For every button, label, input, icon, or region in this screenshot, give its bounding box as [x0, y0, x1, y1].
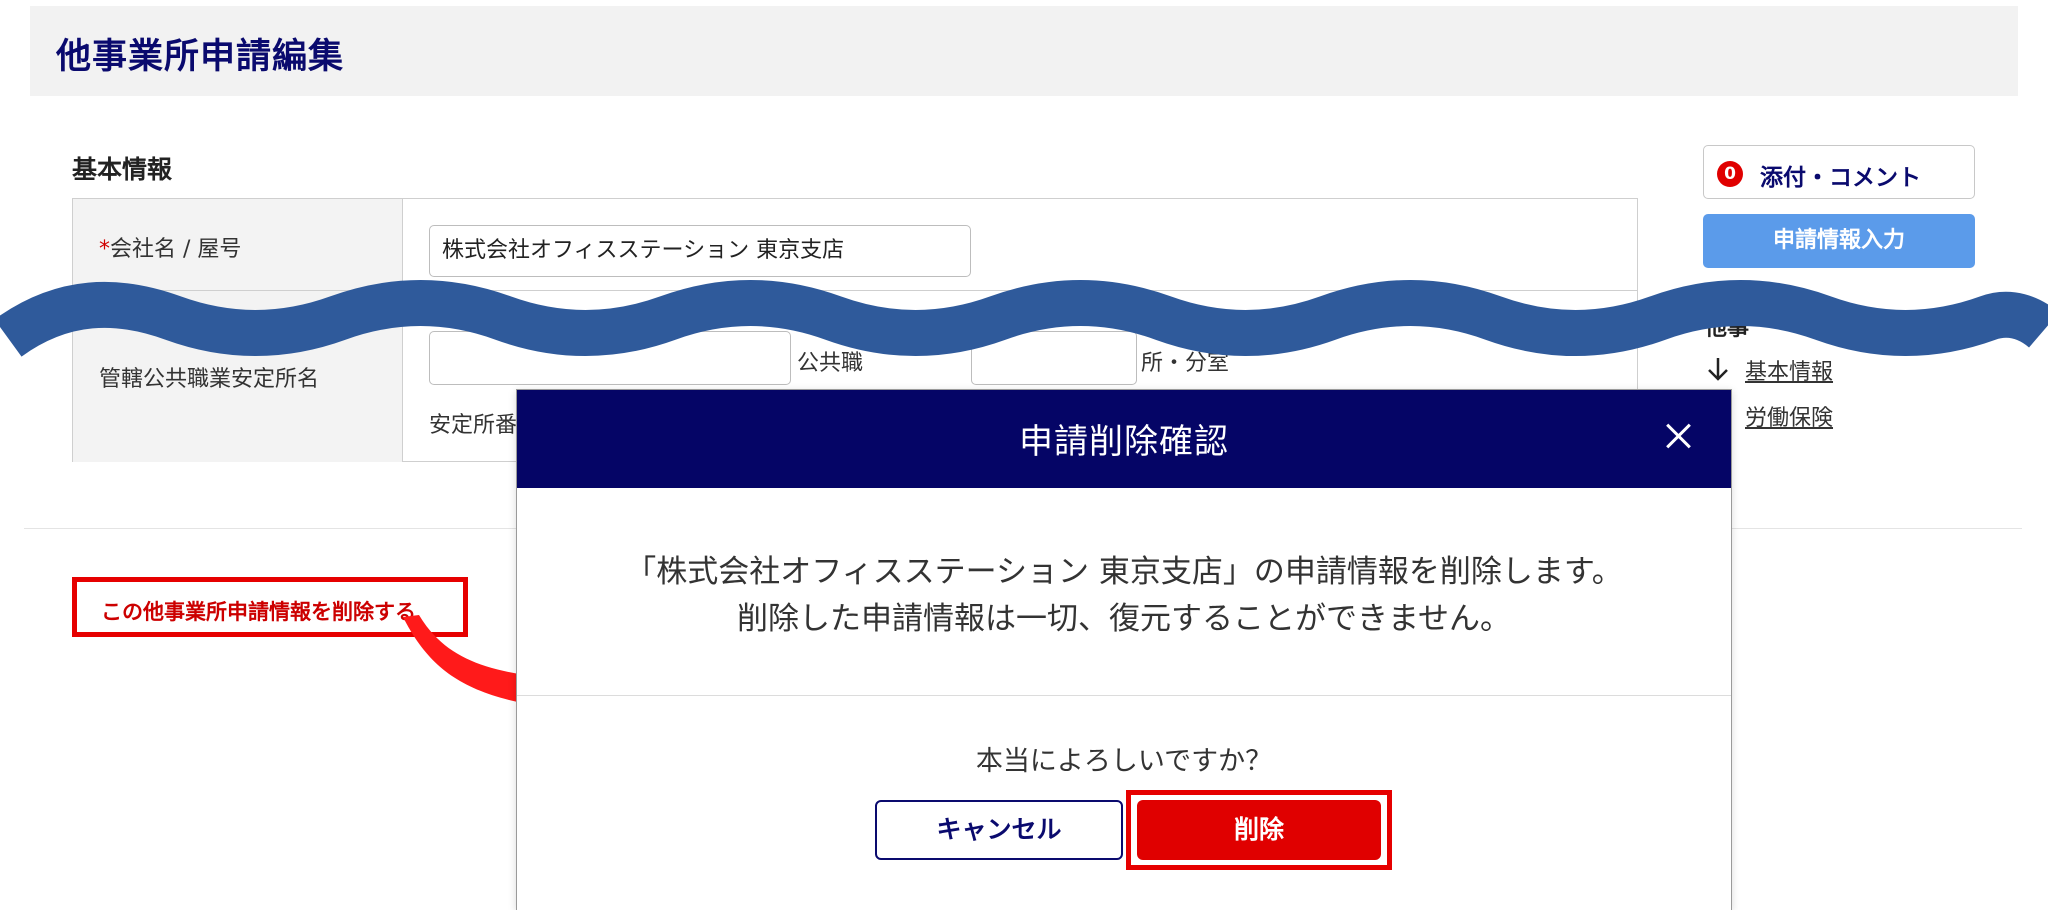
wave-separator — [0, 280, 2048, 357]
modal-message-line-1: 「株式会社オフィスステーション 東京支店」の申請情報を削除します。 — [625, 554, 1623, 590]
application-input-button[interactable]: 申請情報入力 — [1703, 214, 1975, 268]
company-label-text: 会社名 / 屋号 — [110, 237, 242, 262]
attachment-comment-button[interactable]: 0 添付・コメント — [1703, 145, 1975, 199]
attachment-comment-label: 添付・コメント — [1760, 165, 1921, 191]
delete-confirm-modal: 申請削除確認 「株式会社オフィスステーション 東京支店」の申請情報を削除します。… — [516, 389, 1732, 910]
page-header: 他事業所申請編集 — [30, 6, 2018, 96]
annotation-text: この他事業所申請情報を削除する — [101, 600, 416, 624]
modal-question: 本当によろしいですか？ — [975, 746, 1273, 777]
modal-title: 申請削除確認 — [1019, 422, 1229, 462]
modal-message-line-2: 削除した申請情報は一切、復元することができません。 — [736, 601, 1512, 637]
modal-separator — [517, 695, 1731, 696]
delete-button[interactable]: 削除 — [1137, 800, 1381, 860]
page-title: 他事業所申請編集 — [56, 37, 345, 77]
cancel-button[interactable]: キャンセル — [875, 800, 1123, 860]
required-mark: * — [99, 237, 110, 262]
attachment-count-badge: 0 — [1717, 161, 1743, 187]
office-partial-label-3: 安定所番 — [429, 413, 518, 438]
sidebar-link-labor-insurance[interactable]: 労働保険 — [1745, 400, 1833, 432]
company-label: *会社名 / 屋号 — [99, 231, 241, 263]
close-icon[interactable] — [1665, 422, 1693, 450]
section-title-basic-info: 基本情報 — [72, 155, 173, 184]
modal-header: 申請削除確認 — [517, 390, 1731, 488]
